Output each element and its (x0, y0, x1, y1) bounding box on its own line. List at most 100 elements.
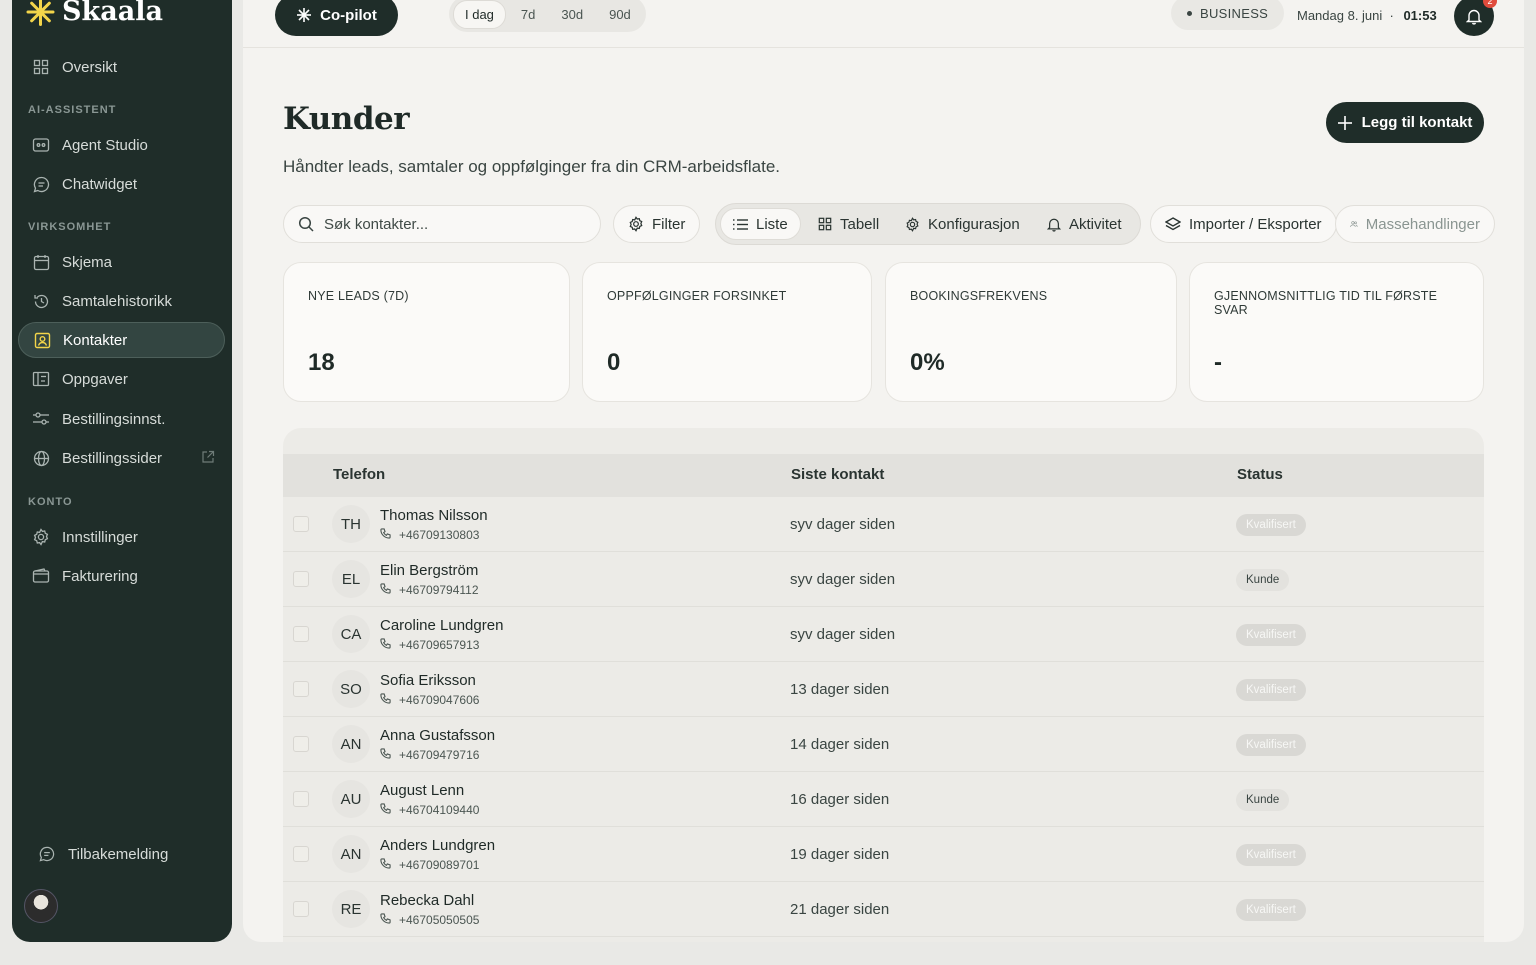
sidebar-item-label: Samtalehistorikk (62, 292, 173, 310)
range-7d[interactable]: 7d (510, 1, 546, 28)
users-icon (1350, 221, 1358, 227)
history-icon (32, 292, 50, 310)
contact-phone: +46709479716 (380, 748, 479, 762)
grid-icon (32, 58, 50, 76)
row-checkbox[interactable] (293, 571, 309, 587)
topbar: Co-pilot I dag 7d 30d 90d BUSINESS Manda… (243, 0, 1524, 48)
table-row[interactable]: SO Sofia Eriksson +46709047606 13 dager sid… (283, 662, 1484, 717)
import-export-label: Importer / Eksporter (1189, 215, 1322, 233)
sidebar-item-chatwidget[interactable]: Chatwidget (18, 166, 225, 202)
user-avatar[interactable] (24, 889, 58, 923)
tab-liste[interactable]: Liste (720, 208, 801, 240)
status-badge: Kvalifisert (1236, 514, 1306, 536)
row-checkbox[interactable] (293, 681, 309, 697)
tab-label: Liste (756, 215, 788, 233)
wallet-icon (32, 567, 50, 585)
range-30d[interactable]: 30d (550, 1, 594, 28)
sidebar-item-label: Chatwidget (62, 175, 138, 193)
sidebar-item-oversikt[interactable]: Oversikt (18, 49, 225, 85)
main-panel: Co-pilot I dag 7d 30d 90d BUSINESS Manda… (243, 0, 1524, 942)
import-export-button[interactable]: Importer / Eksporter (1150, 205, 1337, 243)
contact-name[interactable]: Elin Bergström (380, 562, 478, 579)
table-row[interactable]: AN Anna Gustafsson +46709479716 14 dager si… (283, 717, 1484, 772)
bell-icon (1047, 218, 1061, 232)
chat-icon (32, 175, 50, 193)
table-row[interactable]: AN Anders Lundgren +46709089701 19 dager si… (283, 827, 1484, 882)
contact-avatar: AN (332, 725, 370, 763)
column-header-phone[interactable]: Telefon (333, 466, 385, 483)
calendar-icon (32, 253, 50, 271)
stat-label: NYE LEADS (7D) (308, 289, 409, 303)
contact-name[interactable]: Sofia Eriksson (380, 672, 476, 689)
status-badge: Kunde (1236, 569, 1290, 591)
contact-avatar: AU (332, 780, 370, 818)
sidebar-item-oppgaver[interactable]: Oppgaver (18, 361, 225, 397)
stat-label: BOOKINGSFREKVENS (910, 289, 1048, 303)
search-input[interactable] (324, 215, 584, 233)
sidebar-item-agent-studio[interactable]: Agent Studio (18, 127, 225, 163)
sidebar-item-samtalehistorikk[interactable]: Samtalehistorikk (18, 283, 225, 319)
phone-number: +46709794112 (399, 583, 479, 597)
table-row[interactable]: CA Caroline Lundgren +46709657913 syv dager… (283, 607, 1484, 662)
notification-count-badge: 2 (1483, 0, 1497, 8)
phone-number: +46709089701 (399, 858, 480, 872)
sidebar-item-fakturering[interactable]: Fakturering (18, 558, 225, 594)
status-badge: Kvalifisert (1236, 679, 1306, 701)
column-header-last-contact[interactable]: Siste kontakt (791, 466, 884, 483)
row-checkbox[interactable] (293, 736, 309, 752)
row-checkbox[interactable] (293, 846, 309, 862)
search-field[interactable] (283, 205, 601, 243)
row-checkbox[interactable] (293, 901, 309, 917)
row-checkbox[interactable] (293, 791, 309, 807)
status-badge: Kvalifisert (1236, 899, 1306, 921)
stat-value: - (1214, 349, 1222, 376)
phone-number: +46704109440 (399, 803, 480, 817)
sidebar-item-label: Kontakter (63, 331, 128, 349)
row-checkbox[interactable] (293, 516, 309, 532)
stat-card-new-leads: NYE LEADS (7D) 18 (283, 262, 570, 402)
tab-konfigurasjon[interactable]: Konfigurasjon (893, 208, 1032, 240)
sidebar-item-kontakter[interactable]: Kontakter (18, 322, 225, 358)
phone-icon (380, 748, 391, 762)
plan-badge: BUSINESS (1171, 0, 1285, 30)
filter-button[interactable]: Filter (613, 205, 701, 243)
sidebar-item-label: Innstillinger (62, 528, 138, 546)
bulk-actions-button[interactable]: Massehandlinger (1335, 205, 1495, 243)
last-contact: 19 dager siden (790, 846, 890, 863)
tab-tabell[interactable]: Tabell (806, 208, 891, 240)
tab-label: Aktivitet (1069, 215, 1122, 233)
contact-name[interactable]: Caroline Lundgren (380, 617, 503, 634)
add-contact-button[interactable]: Legg til kontakt (1326, 102, 1484, 143)
sidebar-item-label: Bestillingssider (62, 449, 163, 467)
range-today[interactable]: I dag (453, 0, 506, 29)
contact-name[interactable]: August Lenn (380, 782, 464, 799)
contact-name[interactable]: Anna Gustafsson (380, 727, 495, 744)
row-checkbox[interactable] (293, 626, 309, 642)
table-row[interactable]: RE Rebecka Dahl +46705050505 21 dager siden… (283, 882, 1484, 937)
feedback-button[interactable]: Tilbakemelding (18, 836, 225, 872)
last-contact: syv dager siden (790, 516, 896, 533)
add-contact-label: Legg til kontakt (1361, 114, 1473, 131)
page-subtitle: Håndter leads, samtaler og oppfølginger … (283, 157, 781, 176)
contact-name[interactable]: Anders Lundgren (380, 837, 495, 854)
table-row[interactable]: EL Elin Bergström +46709794112 syv dager si… (283, 552, 1484, 607)
tab-label: Konfigurasjon (928, 215, 1020, 233)
phone-icon (380, 583, 391, 597)
column-header-status[interactable]: Status (1237, 466, 1283, 483)
sidebar-item-skjema[interactable]: Skjema (18, 244, 225, 280)
date-range-selector: I dag 7d 30d 90d (449, 0, 646, 32)
sidebar-item-innstillinger[interactable]: Innstillinger (18, 519, 225, 555)
contact-name[interactable]: Thomas Nilsson (380, 507, 488, 524)
last-contact: syv dager siden (790, 626, 896, 643)
contact-name[interactable]: Rebecka Dahl (380, 892, 474, 909)
range-90d[interactable]: 90d (598, 1, 642, 28)
last-contact: 13 dager siden (790, 681, 890, 698)
copilot-button[interactable]: Co-pilot (275, 0, 398, 36)
tab-aktivitet[interactable]: Aktivitet (1035, 208, 1134, 240)
sidebar-item-bestillingsinnst[interactable]: Bestillingsinnst. (18, 401, 225, 437)
table-row[interactable]: AU August Lenn +46704109440 16 dager siden K… (283, 772, 1484, 827)
sidebar: Skaala Oversikt AI-ASSISTENT Agent Studi… (12, 0, 232, 942)
brand-logo[interactable]: Skaala (26, 0, 163, 27)
sidebar-item-bestillingssider[interactable]: Bestillingssider (18, 440, 225, 476)
table-row[interactable]: TH Thomas Nilsson +46709130803 syv dager si… (283, 497, 1484, 552)
